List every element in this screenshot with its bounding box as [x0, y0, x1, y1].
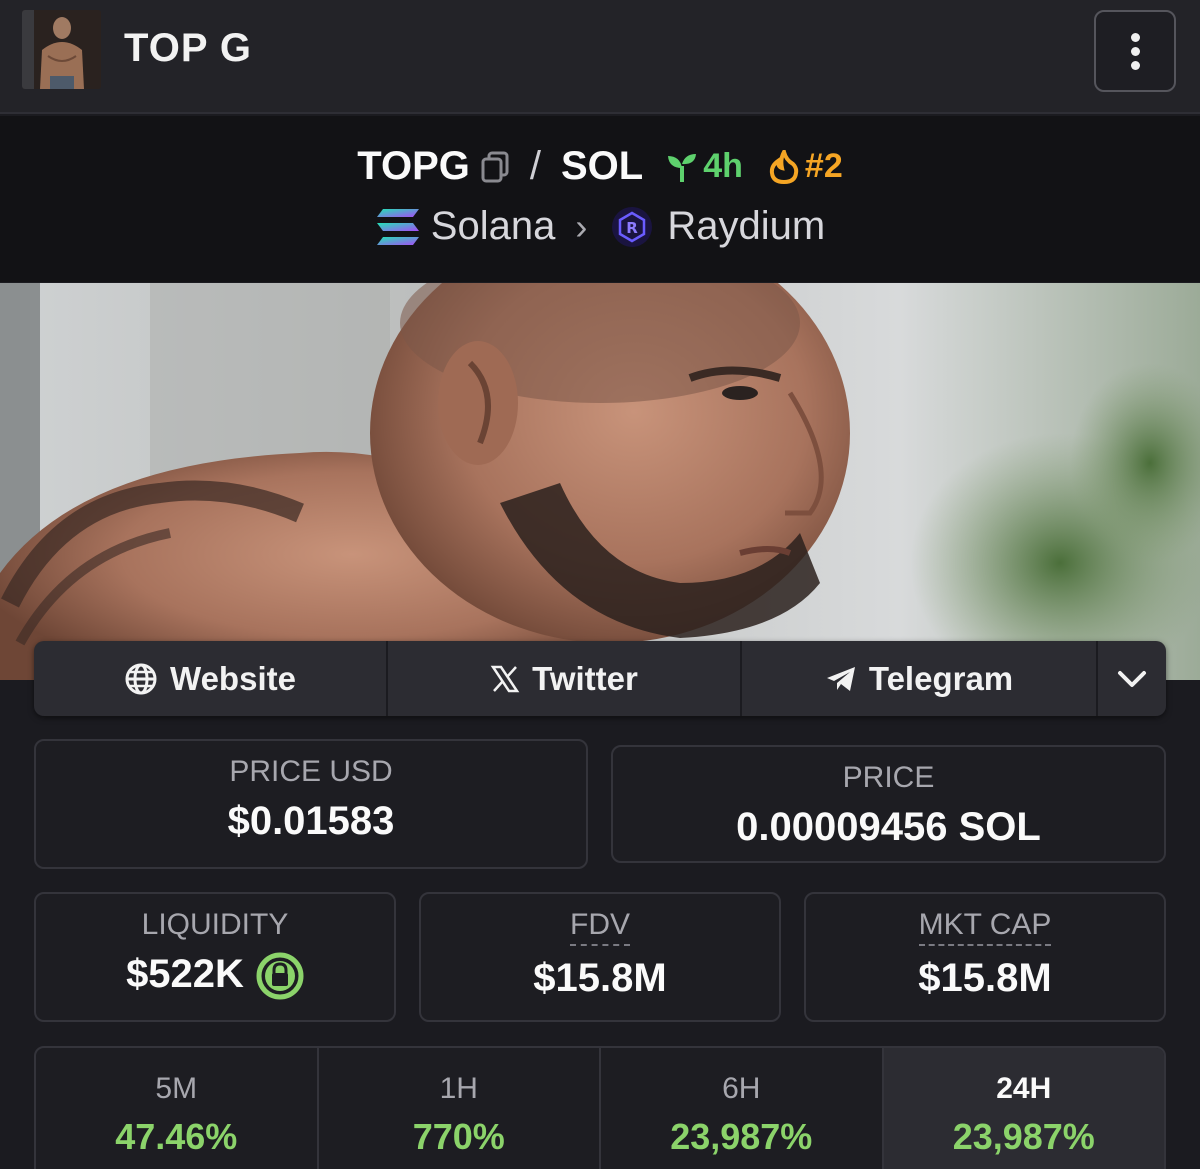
telegram-label: Telegram — [868, 659, 1014, 697]
fdv-card: FDV $15.8M — [419, 892, 781, 1022]
base-token-symbol: TOPG — [357, 144, 470, 188]
twitter-label: Twitter — [532, 659, 638, 697]
mkt-cap-label[interactable]: MKT CAP — [918, 908, 1052, 946]
chain-name[interactable]: Solana — [431, 204, 556, 249]
change-tab-6h[interactable]: 6H 23,987% — [601, 1048, 884, 1169]
chain-breadcrumb: Solana › R Raydium — [0, 204, 1200, 249]
change-tab-24h[interactable]: 24H 23,987% — [883, 1048, 1164, 1169]
telegram-link[interactable]: Telegram — [742, 641, 1098, 716]
price-usd-value: $0.01583 — [227, 799, 395, 843]
more-menu-button[interactable] — [1094, 10, 1176, 92]
change-label: 1H — [439, 1072, 478, 1105]
lock-icon[interactable] — [256, 952, 304, 1000]
liquidity-card: LIQUIDITY $522K — [34, 892, 396, 1022]
kebab-dot-icon — [1130, 32, 1140, 42]
trending-rank: #2 — [804, 147, 843, 185]
social-links-bar: Website Twitter Telegram — [34, 641, 1166, 716]
flame-icon — [769, 149, 799, 184]
chevron-right-icon: › — [575, 205, 588, 247]
quote-token-symbol: SOL — [561, 144, 644, 188]
pair-age-badge: 4h — [665, 147, 743, 186]
website-label: Website — [170, 659, 296, 697]
website-link[interactable]: Website — [34, 641, 388, 716]
pair-title: TOPG / SOL 4h #2 — [0, 144, 1200, 189]
token-banner-image — [0, 283, 1200, 680]
more-links-button[interactable] — [1098, 641, 1166, 716]
pair-separator: / — [529, 144, 541, 188]
mkt-cap-card: MKT CAP $15.8M — [804, 892, 1166, 1022]
price-native-value: 0.00009456 SOL — [736, 805, 1041, 849]
change-value: 770% — [412, 1116, 505, 1157]
change-tab-5m[interactable]: 5M 47.46% — [36, 1048, 319, 1169]
app-title: TOP G — [124, 26, 253, 70]
chevron-down-icon — [1118, 670, 1146, 687]
liquidity-value: $522K — [126, 952, 244, 996]
price-usd-label: PRICE USD — [229, 755, 393, 788]
change-label: 5M — [155, 1072, 198, 1105]
pair-header: TOPG / SOL 4h #2 Solana › R Raydium — [0, 116, 1200, 282]
trending-rank-badge: #2 — [769, 147, 843, 186]
kebab-dot-icon — [1130, 60, 1140, 70]
dex-name[interactable]: Raydium — [667, 204, 825, 249]
price-native-label: PRICE — [842, 761, 935, 794]
change-label: 6H — [722, 1072, 761, 1105]
change-value: 23,987% — [670, 1116, 813, 1157]
change-value: 23,987% — [952, 1116, 1095, 1157]
telegram-icon — [826, 666, 855, 691]
price-change-tabs: 5M 47.46% 1H 770% 6H 23,987% 24H 23,987% — [34, 1046, 1166, 1169]
price-usd-card: PRICE USD $0.01583 — [34, 739, 588, 869]
svg-text:R: R — [627, 219, 639, 237]
top-bar: TOP G — [0, 0, 1200, 114]
kebab-dot-icon — [1130, 46, 1140, 56]
price-native-card: PRICE 0.00009456 SOL — [611, 745, 1166, 863]
fdv-value: $15.8M — [533, 956, 667, 1000]
x-icon — [490, 665, 520, 692]
change-tab-1h[interactable]: 1H 770% — [319, 1048, 601, 1169]
liquidity-label: LIQUIDITY — [141, 908, 289, 941]
globe-icon — [125, 663, 157, 694]
change-label: 24H — [996, 1072, 1052, 1105]
fdv-label[interactable]: FDV — [570, 908, 630, 946]
copy-icon[interactable] — [480, 150, 512, 184]
pair-age: 4h — [703, 147, 743, 185]
token-avatar — [22, 10, 101, 89]
solana-icon — [376, 208, 419, 245]
change-value: 47.46% — [115, 1116, 238, 1157]
mkt-cap-value: $15.8M — [918, 956, 1052, 1000]
twitter-link[interactable]: Twitter — [388, 641, 742, 716]
sprout-icon — [668, 153, 697, 182]
raydium-icon: R — [612, 206, 653, 247]
